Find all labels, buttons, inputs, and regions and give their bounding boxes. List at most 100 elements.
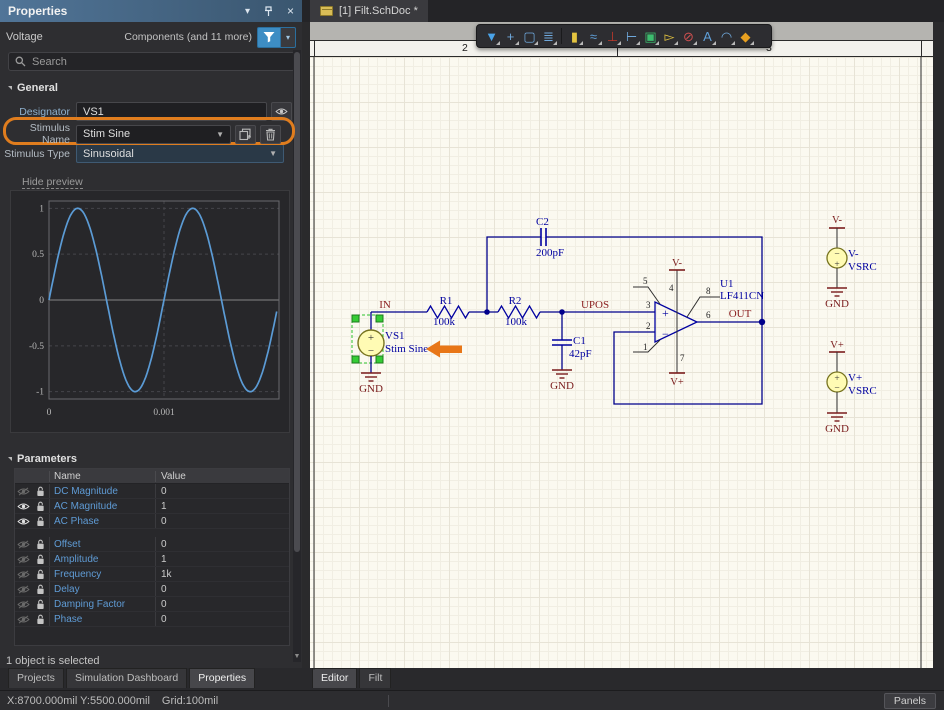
eye-hidden-icon[interactable]: [15, 585, 32, 594]
net-label-in[interactable]: IN: [379, 299, 391, 311]
column-header-value[interactable]: Value: [155, 471, 289, 482]
resistor-r2[interactable]: R2 100k: [498, 295, 540, 328]
vs1-voltage-source[interactable]: + − VS1 Stim Sine: [352, 315, 428, 373]
tab-properties[interactable]: Properties: [189, 668, 255, 688]
param-name[interactable]: Amplitude: [49, 552, 155, 566]
crosshair-icon[interactable]: +: [501, 27, 520, 46]
param-value[interactable]: 0: [155, 537, 289, 551]
lock-open-icon[interactable]: [32, 614, 49, 625]
filter-icon[interactable]: ▼: [482, 27, 501, 46]
column-header-name[interactable]: Name: [49, 471, 155, 482]
stimulus-name-select[interactable]: Stim Sine ▼: [76, 125, 231, 144]
r2-designator[interactable]: R2: [509, 295, 522, 307]
gnd-symbol-c1[interactable]: [552, 370, 572, 378]
vminus-designator[interactable]: V-: [848, 248, 859, 260]
param-row[interactable]: Delay0: [15, 582, 289, 597]
scope-label[interactable]: Components (and 11 more): [124, 31, 252, 43]
param-row[interactable]: Frequency1k: [15, 567, 289, 582]
param-value[interactable]: 0: [155, 514, 289, 528]
param-name[interactable]: AC Phase: [49, 514, 155, 528]
param-row[interactable]: DC Magnitude0: [15, 484, 289, 499]
polygon-icon[interactable]: ◆: [736, 27, 755, 46]
place-part-icon[interactable]: ▮: [565, 27, 584, 46]
filter-dropdown-button[interactable]: ▾: [281, 27, 296, 48]
power-port-vminus-opamp[interactable]: V-: [669, 258, 685, 270]
close-icon[interactable]: ×: [287, 4, 294, 18]
param-name[interactable]: Delay: [49, 582, 155, 596]
align-icon[interactable]: ≣: [539, 27, 558, 46]
arc-icon[interactable]: ◠: [717, 27, 736, 46]
lock-open-icon[interactable]: [32, 539, 49, 550]
wires[interactable]: [371, 237, 762, 404]
param-name[interactable]: Damping Factor: [49, 597, 155, 611]
eye-hidden-icon[interactable]: [15, 555, 32, 564]
param-value[interactable]: 0: [155, 612, 289, 626]
dimension-icon[interactable]: ⊢: [622, 27, 641, 46]
lock-open-icon[interactable]: [32, 569, 49, 580]
capacitor-c1[interactable]: C1 42pF: [552, 335, 592, 360]
net-label-out[interactable]: OUT: [729, 308, 752, 320]
u1-part-number[interactable]: LF411CN: [720, 290, 764, 302]
vplus-port-label[interactable]: V+: [830, 340, 844, 351]
resistor-r1[interactable]: R1 100k: [427, 295, 469, 328]
lock-open-icon[interactable]: [32, 516, 49, 527]
param-row[interactable]: Damping Factor0: [15, 597, 289, 612]
gnd-label[interactable]: GND: [825, 298, 849, 310]
param-name[interactable]: DC Magnitude: [49, 484, 155, 498]
u1-designator[interactable]: U1: [720, 278, 733, 290]
vs1-comment[interactable]: Stim Sine: [385, 343, 428, 355]
param-value[interactable]: 0: [155, 582, 289, 596]
tab-projects[interactable]: Projects: [8, 668, 64, 688]
vplus-port-label[interactable]: V+: [670, 377, 684, 388]
power-port-vplus-opamp[interactable]: V+: [669, 373, 685, 388]
selection-box-icon[interactable]: ▢: [520, 27, 539, 46]
delete-stimulus-button[interactable]: [260, 125, 281, 144]
vs1-designator[interactable]: VS1: [385, 330, 405, 342]
lock-open-icon[interactable]: [32, 584, 49, 595]
stimulus-type-select[interactable]: Sinusoidal ▼: [76, 144, 284, 163]
parameters-section-header[interactable]: Parameters: [8, 453, 77, 465]
tab-simulation-dashboard[interactable]: Simulation Dashboard: [66, 668, 187, 688]
gnd-symbol-vs1[interactable]: [361, 373, 381, 381]
sheet-symbol-icon[interactable]: ▣: [641, 27, 660, 46]
r2-value[interactable]: 100k: [505, 316, 528, 328]
vminus-port-label[interactable]: V-: [672, 258, 683, 269]
general-section-header[interactable]: General: [8, 82, 58, 94]
param-name[interactable]: Frequency: [49, 567, 155, 581]
panel-menu-chevron-icon[interactable]: ▾: [245, 6, 250, 17]
vplus-source[interactable]: V+ + − V+ VSRC GND: [825, 340, 877, 435]
eye-hidden-icon[interactable]: [15, 487, 32, 496]
param-name[interactable]: Phase: [49, 612, 155, 626]
vminus-source[interactable]: V- − + V- VSRC GND: [825, 215, 877, 310]
net-label-upos[interactable]: UPOS: [581, 299, 609, 311]
gnd-label[interactable]: GND: [550, 380, 574, 392]
param-value[interactable]: 0: [155, 597, 289, 611]
vminus-port-label[interactable]: V-: [832, 215, 843, 226]
r1-value[interactable]: 100k: [433, 316, 456, 328]
search-input[interactable]: Search: [8, 52, 295, 71]
vplus-designator[interactable]: V+: [848, 372, 862, 384]
param-value[interactable]: 0: [155, 484, 289, 498]
c1-designator[interactable]: C1: [573, 335, 586, 347]
eye-hidden-icon[interactable]: [15, 615, 32, 624]
vminus-comment[interactable]: VSRC: [848, 261, 877, 273]
eye-visible-icon[interactable]: [15, 517, 32, 526]
param-row[interactable]: Phase0: [15, 612, 289, 627]
text-string-icon[interactable]: A: [698, 27, 717, 46]
lock-open-icon[interactable]: [32, 599, 49, 610]
r1-designator[interactable]: R1: [440, 295, 453, 307]
hide-preview-link[interactable]: Hide preview: [22, 176, 83, 189]
power-port-icon[interactable]: ⊥: [603, 27, 622, 46]
lock-open-icon[interactable]: [32, 501, 49, 512]
param-row[interactable]: AC Magnitude1: [15, 499, 289, 514]
lock-open-icon[interactable]: [32, 486, 49, 497]
param-value[interactable]: 1: [155, 499, 289, 513]
eye-hidden-icon[interactable]: [15, 540, 32, 549]
tab-filt[interactable]: Filt: [359, 668, 391, 688]
param-row[interactable]: AC Phase0: [15, 514, 289, 529]
no-erc-icon[interactable]: ⊘: [679, 27, 698, 46]
document-tab[interactable]: [1] Filt.SchDoc *: [310, 0, 428, 22]
designator-input[interactable]: VS1: [76, 102, 267, 121]
place-wire-icon[interactable]: ≈: [584, 27, 603, 46]
param-row[interactable]: Amplitude1: [15, 552, 289, 567]
